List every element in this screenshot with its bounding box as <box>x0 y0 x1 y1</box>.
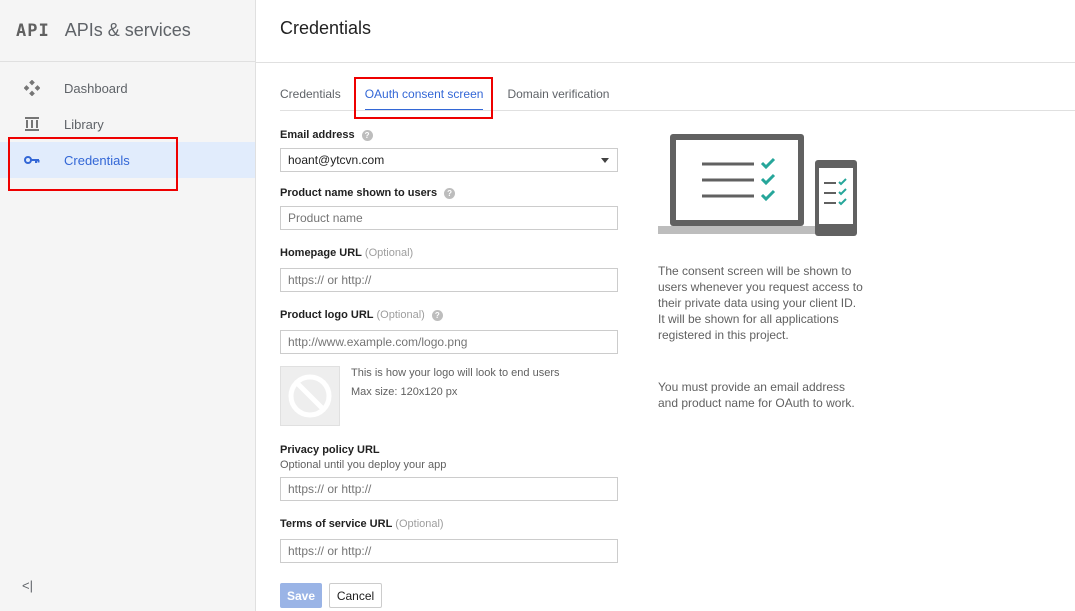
api-logo[interactable]: API <box>16 21 50 41</box>
product-title[interactable]: APIs & services <box>65 20 191 41</box>
sidebar: API APIs & services Dashboard Library Cr… <box>0 0 256 611</box>
info-paragraph-2: You must provide an email address and pr… <box>658 380 855 410</box>
terms-label: Terms of service URL (Optional) <box>280 518 444 530</box>
help-icon[interactable]: ? <box>431 309 443 321</box>
divider <box>256 62 1075 63</box>
sidebar-header: API APIs & services <box>0 0 255 62</box>
logo-url-label: Product logo URL (Optional)? <box>280 309 443 321</box>
terms-label-text: Terms of service URL <box>280 518 393 530</box>
email-label: Email address? <box>280 129 373 141</box>
help-icon[interactable]: ? <box>361 129 373 141</box>
tab-domain-verification[interactable]: Domain verification <box>507 83 609 111</box>
library-icon <box>22 114 42 134</box>
logo-note: This is how your logo will look to end u… <box>351 367 560 379</box>
logo-url-input[interactable]: http://www.example.com/logo.png <box>280 330 618 354</box>
save-button[interactable]: Save <box>280 583 322 608</box>
chevron-down-icon <box>601 158 609 163</box>
homepage-label: Homepage URL (Optional) <box>280 247 413 259</box>
page-title: Credentials <box>280 18 372 38</box>
product-name-label: Product name shown to users? <box>280 187 456 199</box>
highlight-box <box>8 137 178 191</box>
collapse-sidebar-icon[interactable]: <| <box>22 578 33 593</box>
product-name-input[interactable]: Product name <box>280 206 618 230</box>
main-content: Credentials Credentials OAuth consent sc… <box>256 0 1075 611</box>
terms-url-input[interactable]: https:// or http:// <box>280 539 618 563</box>
no-image-icon <box>288 374 332 418</box>
email-select[interactable]: hoant@ytcvn.com <box>280 148 618 172</box>
email-label-text: Email address <box>280 129 355 141</box>
optional-tag: (Optional) <box>364 247 414 259</box>
consent-illustration <box>658 133 858 242</box>
optional-tag: (Optional) <box>395 518 444 530</box>
dashboard-icon <box>22 78 42 98</box>
product-name-label-text: Product name shown to users <box>280 187 438 199</box>
privacy-url-input[interactable]: https:// or http:// <box>280 477 618 501</box>
cancel-button[interactable]: Cancel <box>329 583 382 608</box>
logo-size-note: Max size: 120x120 px <box>351 386 458 398</box>
homepage-label-text: Homepage URL <box>280 247 362 259</box>
privacy-sub: Optional until you deploy your app <box>280 459 447 471</box>
privacy-label: Privacy policy URL <box>280 444 380 456</box>
optional-tag: (Optional) <box>376 309 425 321</box>
sidebar-item-label: Library <box>64 116 104 132</box>
homepage-url-input[interactable]: https:// or http:// <box>280 268 618 292</box>
logo-url-label-text: Product logo URL <box>280 309 374 321</box>
email-value: hoant@ytcvn.com <box>288 153 385 167</box>
info-paragraph-1: The consent screen will be shown to user… <box>658 264 863 342</box>
help-icon[interactable]: ? <box>444 187 456 199</box>
tab-credentials[interactable]: Credentials <box>280 83 341 111</box>
highlight-box <box>354 77 493 119</box>
sidebar-item-label: Dashboard <box>64 80 128 96</box>
sidebar-item-dashboard[interactable]: Dashboard <box>0 70 255 106</box>
logo-preview <box>280 366 340 426</box>
